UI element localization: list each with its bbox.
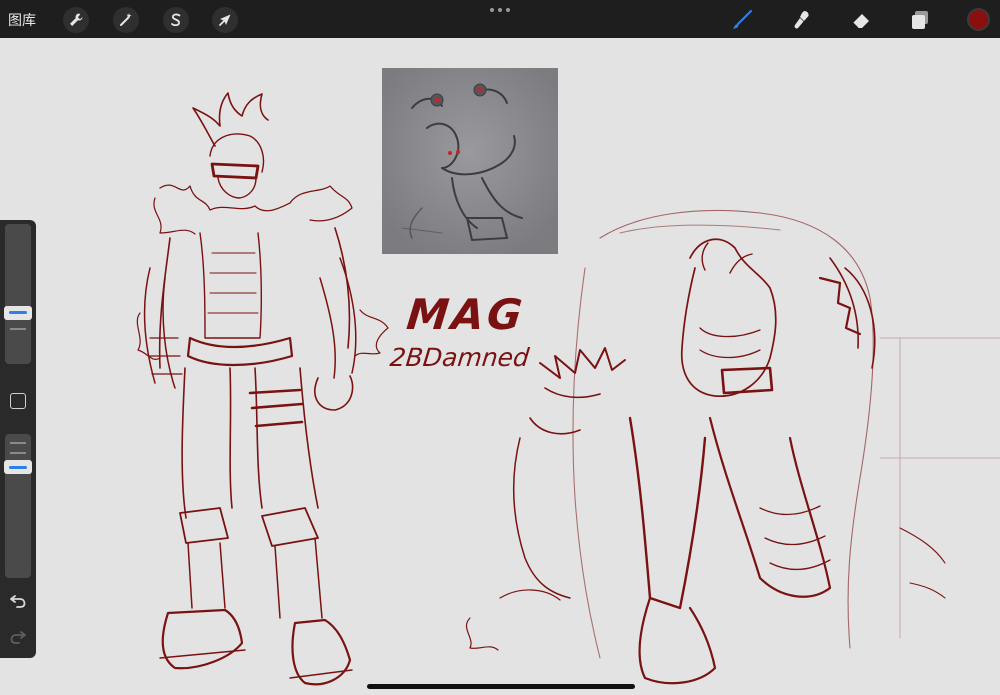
- selection-button[interactable]: [163, 7, 189, 33]
- top-toolbar: 图库: [0, 0, 1000, 38]
- adjustments-button[interactable]: [113, 7, 139, 33]
- redo-button[interactable]: [8, 628, 28, 646]
- sketch-title-text: MAG: [404, 290, 528, 339]
- undo-button[interactable]: [8, 592, 28, 610]
- transform-button[interactable]: [212, 7, 238, 33]
- arrow-cursor-icon: [219, 14, 231, 26]
- opacity-slider[interactable]: [5, 434, 31, 578]
- brush-size-slider[interactable]: [5, 224, 31, 364]
- brush-size-grip: [10, 328, 26, 330]
- layers-icon: [912, 11, 928, 29]
- selection-s-icon: [171, 13, 181, 27]
- gallery-button[interactable]: 图库: [8, 10, 36, 30]
- eraser-tool[interactable]: [848, 7, 874, 33]
- modify-square-button[interactable]: [10, 393, 26, 409]
- brush-tool[interactable]: [729, 7, 755, 33]
- actions-button[interactable]: [63, 7, 89, 33]
- opacity-grip-top: [10, 442, 26, 444]
- home-indicator[interactable]: [367, 684, 635, 689]
- left-sidebar: [0, 220, 36, 658]
- brush-icon: [733, 9, 753, 29]
- redo-icon: [10, 631, 26, 644]
- undo-icon: [10, 595, 26, 608]
- layers-button[interactable]: [907, 7, 933, 33]
- opacity-slider-thumb[interactable]: [4, 460, 32, 474]
- more-menu-dots[interactable]: [490, 6, 510, 14]
- reference-image[interactable]: [382, 68, 558, 254]
- smudge-icon: [794, 11, 809, 29]
- reference-image-art: [382, 68, 558, 254]
- sketch-subtitle-text: 2BDamned: [388, 343, 531, 372]
- brush-size-slider-thumb[interactable]: [4, 305, 32, 320]
- color-picker-swatch[interactable]: [967, 8, 990, 31]
- eraser-icon: [852, 14, 869, 29]
- smudge-tool[interactable]: [789, 7, 815, 33]
- magic-wand-icon: [120, 13, 132, 26]
- opacity-grip-bottom: [10, 452, 26, 454]
- wrench-icon: [70, 13, 83, 26]
